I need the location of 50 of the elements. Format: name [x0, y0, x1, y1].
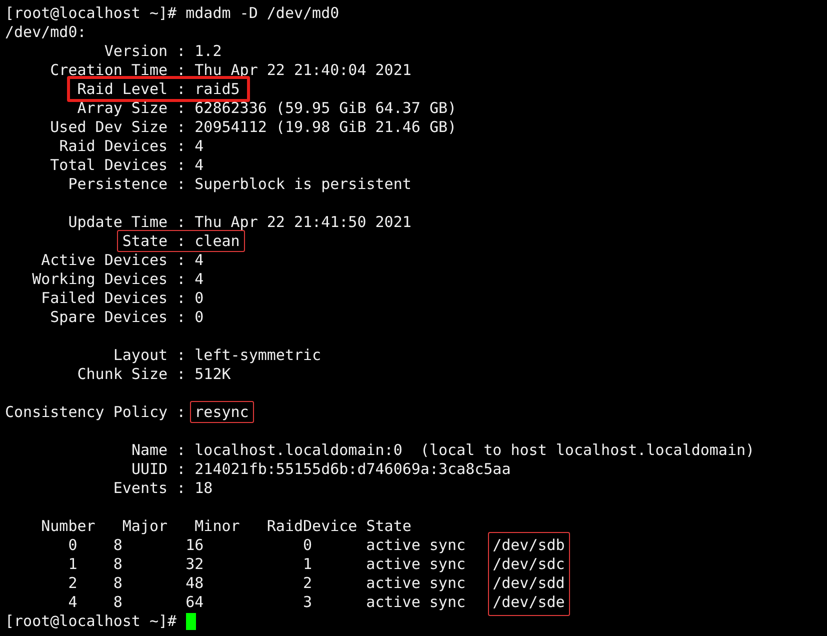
output-line: Version : 1.2: [104, 42, 222, 60]
output-line: Layout : left-symmetric: [113, 346, 322, 364]
output-line: Events : 18: [113, 479, 213, 497]
output-line: Failed Devices : 0: [41, 289, 204, 307]
table-cell-text: 8: [112, 536, 122, 555]
shell-prompt: [root@localhost ~]#: [5, 612, 177, 631]
output-line: Persistence : Superblock is persistent: [68, 175, 412, 193]
table-cell-text: 2: [302, 574, 312, 593]
table-cell-text: 8: [112, 593, 122, 612]
output-line: Total Devices : 4: [50, 156, 204, 174]
output-line: Array Size : 62862336 (59.95 GiB 64.37 GB): [77, 99, 457, 117]
output-line: UUID : 214021fb:55155d6b:d746069a:3ca8c5aa: [131, 460, 511, 478]
table-cell-text: 1: [302, 555, 312, 574]
table-cell-text: 4: [67, 593, 78, 612]
table-cell-text: active sync: [366, 574, 467, 593]
output-line: Working Devices : 4: [32, 270, 204, 288]
device-path: /dev/sdc: [492, 555, 565, 573]
output-line: Raid Devices : 4: [59, 137, 204, 155]
table-cell-text: 1: [67, 555, 78, 574]
cursor-block: [186, 613, 196, 630]
device-path: /dev/sdb: [492, 536, 565, 554]
output-line: Chunk Size : 512K: [77, 365, 231, 383]
table-cell-text: 2: [67, 574, 78, 593]
table-cell-text: active sync: [366, 593, 467, 612]
table-cell-text: active sync: [366, 555, 467, 574]
table-cell-text: 64: [184, 593, 204, 612]
output-line: Spare Devices : 0: [50, 308, 204, 326]
highlighted-text: State : clean: [117, 230, 245, 252]
highlighted-text: Raid Level : raid5: [67, 76, 250, 102]
output-line: Used Dev Size : 20954112 (19.98 GiB 21.46 GB): [50, 118, 457, 136]
table-cell-text: 8: [112, 555, 122, 574]
output-line: Active Devices : 4: [41, 251, 204, 269]
table-cell-text: 0: [302, 536, 312, 555]
table-cell-text: 0: [67, 536, 78, 555]
table-cell-text: 32: [184, 555, 204, 574]
output-line: [root@localhost ~]# mdadm -D /dev/md0: [5, 4, 340, 22]
table-cell-text: 3: [302, 593, 312, 612]
output-line: Update Time : Thu Apr 22 21:41:50 2021: [68, 213, 412, 231]
output-line: /dev/md0:: [5, 23, 86, 41]
table-header: Number Major Minor RaidDevice State: [40, 517, 412, 535]
output-line: Name : localhost.localdomain:0 (local to host localhost.localdomain): [131, 441, 755, 459]
table-cell-text: 16: [184, 536, 204, 555]
device-path: /dev/sde: [492, 593, 565, 611]
table-cell-text: 48: [184, 574, 204, 593]
device-path: /dev/sdd: [492, 574, 565, 592]
table-cell-text: active sync: [366, 536, 467, 555]
output-line: Creation Time : Thu Apr 22 21:40:04 2021: [50, 61, 412, 79]
table-cell-text: 8: [112, 574, 122, 593]
highlighted-text: resync: [190, 401, 254, 423]
output-line: Consistency Policy :: [5, 403, 187, 421]
